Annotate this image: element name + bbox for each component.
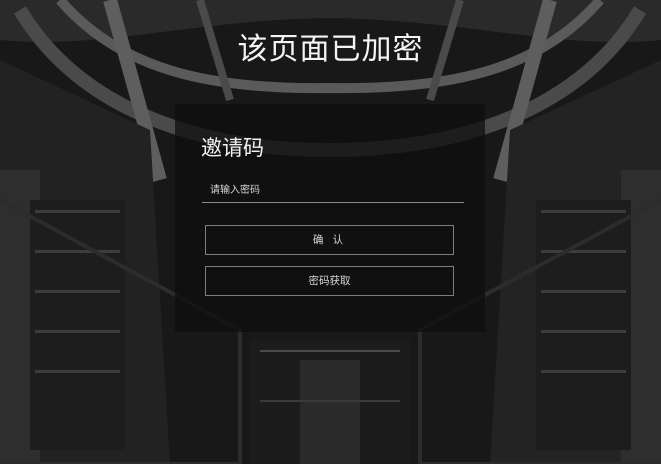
password-card: 邀请码 确 认 密码获取 <box>175 104 485 332</box>
get-password-button[interactable]: 密码获取 <box>205 266 454 296</box>
page-title: 该页面已加密 <box>237 32 424 67</box>
password-input[interactable] <box>202 178 464 203</box>
card-title: 邀请码 <box>201 136 264 160</box>
confirm-button[interactable]: 确 认 <box>205 225 454 255</box>
